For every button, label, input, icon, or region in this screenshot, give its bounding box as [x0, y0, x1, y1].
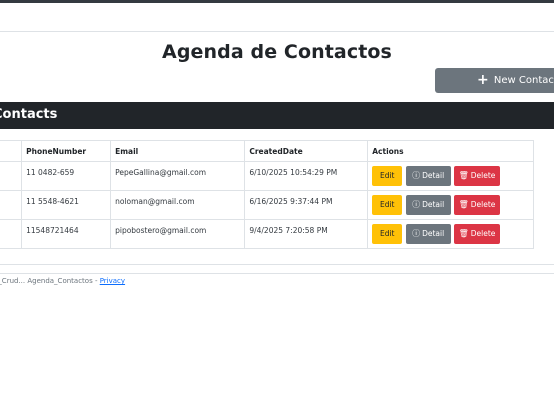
cell-phone: 11548721464 — [21, 219, 112, 249]
cell-email: noloman@gmail.com — [110, 190, 246, 220]
page-title: Agenda de Contactos — [162, 41, 392, 63]
trash-icon: 🗑 — [458, 229, 469, 238]
cell-name — [0, 219, 23, 249]
table-row: o 11 5548-4621 noloman@gmail.com 6/16/20… — [0, 190, 534, 220]
nav-divider — [0, 31, 554, 32]
footer: e_Crud... Agenda_Contactos - Privacy — [0, 277, 125, 285]
card-header: Contacts — [0, 102, 554, 129]
new-contact-label: New Contact — [493, 75, 554, 86]
top-bar — [0, 0, 554, 3]
cell-email: PepeGallina@gmail.com — [110, 161, 246, 191]
info-icon: ⓘ — [412, 200, 421, 209]
cell-phone: 11 5548-4621 — [21, 190, 112, 220]
edit-button[interactable]: Edit — [372, 195, 403, 215]
edit-button[interactable]: Edit — [372, 224, 403, 244]
column-header-actions: Actions — [367, 140, 534, 162]
trash-icon: 🗑 — [458, 171, 469, 180]
trash-icon: 🗑 — [458, 200, 469, 209]
detail-label: Detail — [422, 171, 445, 180]
edit-button[interactable]: Edit — [372, 166, 403, 186]
footer-text: e_Crud... Agenda_Contactos - — [0, 277, 100, 285]
table-row: 11548721464 pipobostero@gmail.com 9/4/20… — [0, 219, 534, 249]
cell-created: 9/4/2025 7:20:58 PM — [244, 219, 369, 249]
info-icon: ⓘ — [412, 229, 421, 238]
column-header-email: Email — [110, 140, 246, 162]
column-header-phone: PhoneNumber — [21, 140, 112, 162]
delete-label: Delete — [470, 229, 496, 238]
cell-email: pipobostero@gmail.com — [110, 219, 246, 249]
footer-divider — [0, 273, 554, 274]
new-contact-button[interactable]: + New Contact — [435, 68, 554, 93]
info-icon: ⓘ — [412, 171, 421, 180]
cell-created: 6/10/2025 10:54:29 PM — [244, 161, 369, 191]
delete-button[interactable]: 🗑 Delete — [454, 195, 501, 215]
card-header-title: Contacts — [0, 107, 58, 122]
detail-button[interactable]: ⓘ Detail — [405, 195, 451, 215]
cell-actions: Edit ⓘ Detail 🗑 Delete — [367, 219, 534, 249]
delete-label: Delete — [470, 171, 496, 180]
table-row: 11 0482-659 PepeGallina@gmail.com 6/10/2… — [0, 161, 534, 191]
detail-label: Detail — [422, 200, 445, 209]
cell-name — [0, 161, 23, 191]
detail-label: Detail — [422, 229, 445, 238]
plus-icon: + — [477, 72, 489, 88]
column-header-created: CreatedDate — [244, 140, 369, 162]
cell-phone: 11 0482-659 — [21, 161, 112, 191]
delete-label: Delete — [470, 200, 496, 209]
column-header-name: e — [0, 140, 23, 162]
contacts-table: e PhoneNumber Email CreatedDate Actions … — [0, 140, 534, 249]
card-bottom-border — [0, 264, 554, 265]
delete-button[interactable]: 🗑 Delete — [454, 166, 501, 186]
cell-actions: Edit ⓘ Detail 🗑 Delete — [367, 161, 534, 191]
delete-button[interactable]: 🗑 Delete — [454, 224, 501, 244]
cell-name: o — [0, 190, 23, 220]
detail-button[interactable]: ⓘ Detail — [405, 224, 451, 244]
table-header-row: e PhoneNumber Email CreatedDate Actions — [0, 140, 534, 162]
cell-actions: Edit ⓘ Detail 🗑 Delete — [367, 190, 534, 220]
cell-created: 6/16/2025 9:37:44 PM — [244, 190, 369, 220]
detail-button[interactable]: ⓘ Detail — [405, 166, 451, 186]
privacy-link[interactable]: Privacy — [100, 277, 125, 285]
